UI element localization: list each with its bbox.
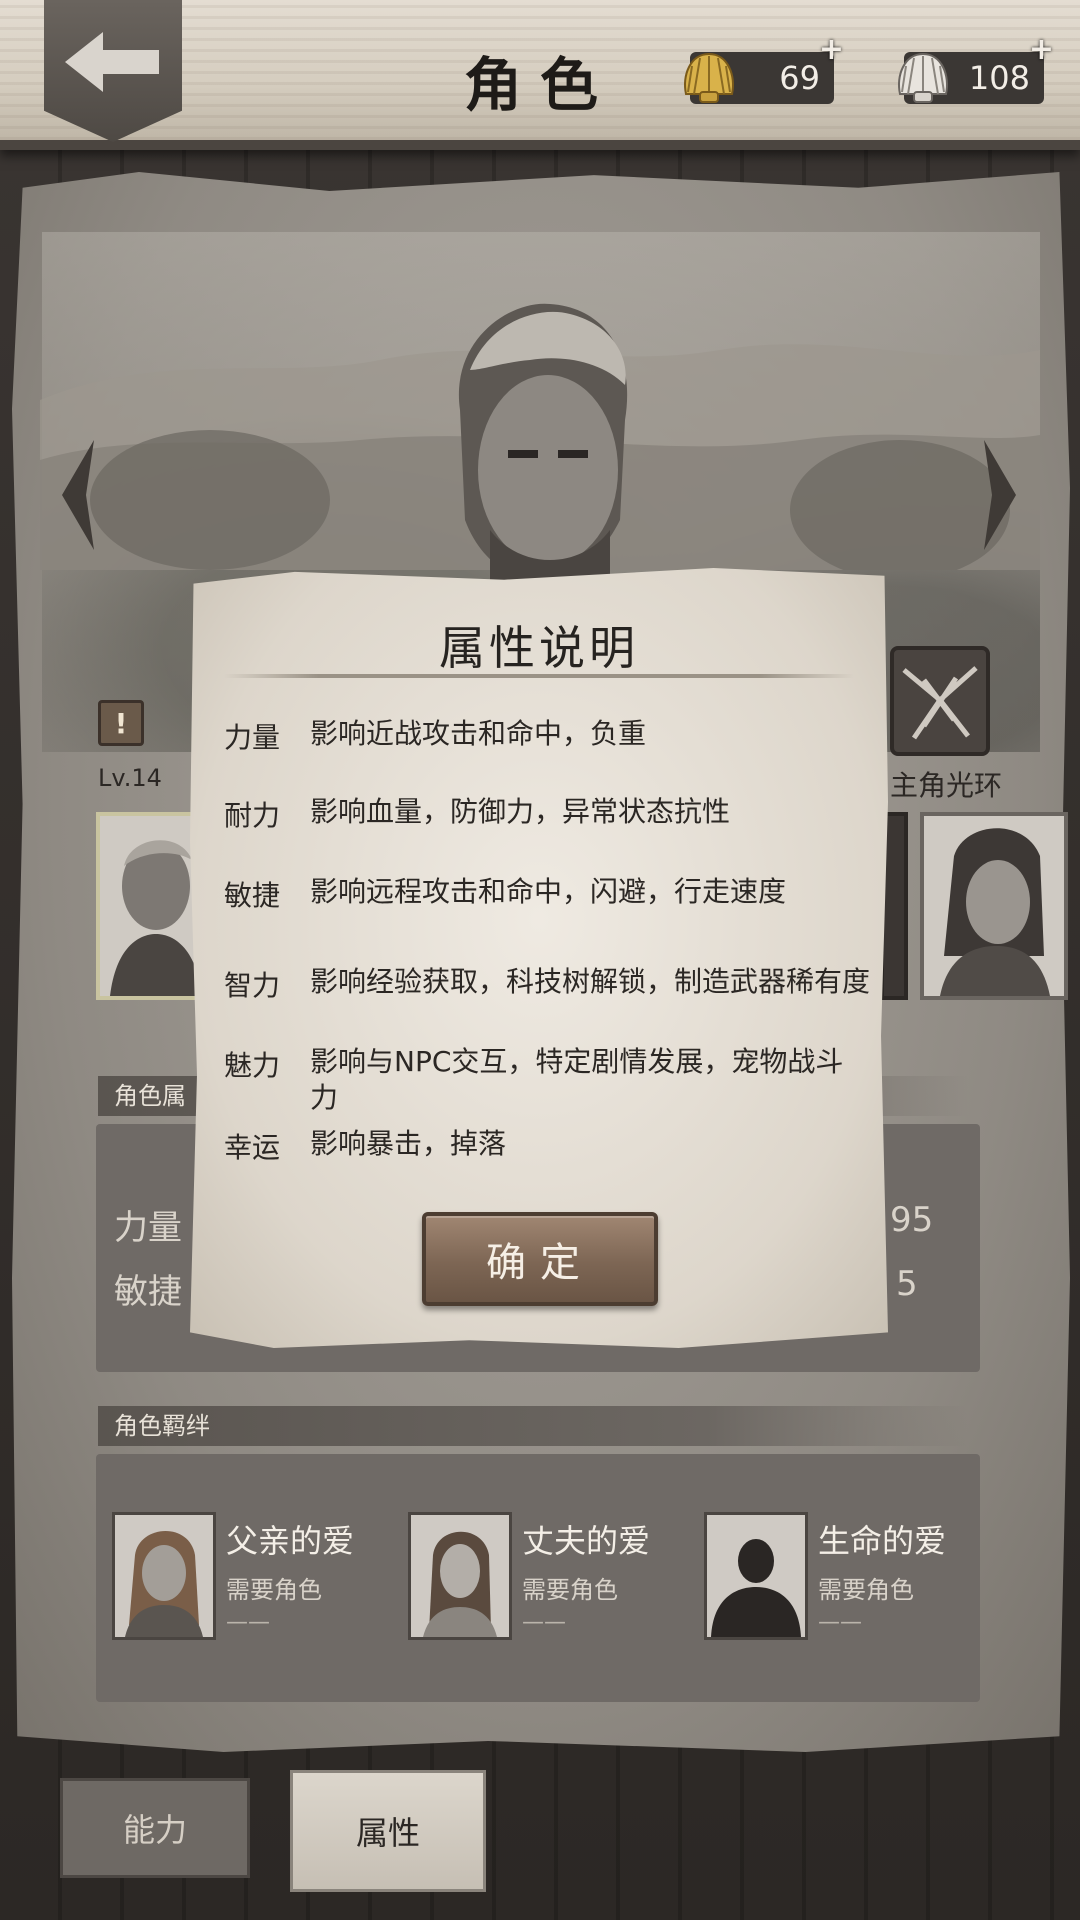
bond-requirement: 需要角色 xyxy=(226,1576,322,1604)
attribute-description: 影响暴击，掉落 xyxy=(310,1127,507,1160)
add-white-button[interactable]: + xyxy=(1029,32,1054,67)
aura-icon[interactable] xyxy=(890,646,990,756)
tab-ability[interactable]: 能力 xyxy=(60,1778,250,1878)
attr-value-2: 5 xyxy=(896,1264,918,1304)
bond-requirement: 需要角色 xyxy=(818,1576,914,1604)
warning-badge[interactable]: ! xyxy=(98,700,144,746)
chevron-left-icon[interactable] xyxy=(58,440,98,550)
bond-status: —— xyxy=(522,1610,566,1635)
character-portrait xyxy=(458,303,628,580)
confirm-button[interactable]: 确定 xyxy=(422,1212,658,1306)
currency-white[interactable]: 108 + xyxy=(898,32,1054,104)
attr-agility-label: 敏捷 xyxy=(114,1272,182,1312)
bond-portrait xyxy=(112,1512,216,1640)
bond-portrait-silhouette xyxy=(704,1512,808,1640)
gold-shell-icon xyxy=(684,52,734,103)
currency-gold[interactable]: 69 + xyxy=(684,32,844,104)
section-bonds-label: 角色羁绊 xyxy=(98,1406,968,1446)
attribute-description: 影响血量，防御力，异常状态抗性 xyxy=(310,795,731,828)
attribute-description: 影响远程攻击和命中，闪避，行走速度 xyxy=(310,875,787,908)
bond-name: 丈夫的爱 xyxy=(522,1522,651,1560)
white-shell-icon xyxy=(898,52,948,103)
attribute-name: 魅力 xyxy=(224,1049,281,1082)
currency-white-value: 108 xyxy=(968,59,1030,97)
tab-attributes[interactable]: 属性 xyxy=(290,1770,486,1892)
bond-status: —— xyxy=(226,1610,270,1635)
attribute-name: 力量 xyxy=(224,721,281,754)
attribute-name: 耐力 xyxy=(224,799,281,832)
bond-name: 父亲的爱 xyxy=(226,1522,355,1560)
attribute-description: 影响近战攻击和命中，负重 xyxy=(310,717,647,750)
bond-requirement: 需要角色 xyxy=(522,1576,618,1604)
attribute-name: 敏捷 xyxy=(224,879,281,912)
character-level: Lv.14 xyxy=(98,764,162,792)
bond-status: —— xyxy=(818,1610,862,1635)
currency-gold-value: 69 xyxy=(779,59,820,97)
chevron-right-icon[interactable] xyxy=(980,440,1020,550)
attribute-name: 智力 xyxy=(224,969,281,1002)
add-gold-button[interactable]: + xyxy=(819,32,844,67)
aura-label: 主角光环 xyxy=(890,769,1003,802)
header-bar: 角色 69 + 108 + xyxy=(0,0,1080,150)
attribute-info-dialog: 属性说明 力量 影响近战攻击和命中，负重 耐力 影响血量，防御力，异常状态抗性 … xyxy=(190,568,888,1348)
bond-portrait xyxy=(408,1512,512,1640)
character-thumb-2[interactable] xyxy=(920,812,1068,1000)
attribute-description: 影响经验获取，科技树解锁，制造武器稀有度 xyxy=(310,965,871,998)
attribute-name: 幸运 xyxy=(224,1131,281,1164)
bond-name: 生命的爱 xyxy=(818,1522,947,1560)
divider xyxy=(224,674,854,678)
dialog-title: 属性说明 xyxy=(439,621,639,675)
attribute-description: 影响与NPC交互，特定剧情发展，宠物战斗力 xyxy=(310,1045,844,1114)
attr-value-1: 95 xyxy=(890,1200,934,1240)
attr-strength-label: 力量 xyxy=(114,1208,182,1248)
